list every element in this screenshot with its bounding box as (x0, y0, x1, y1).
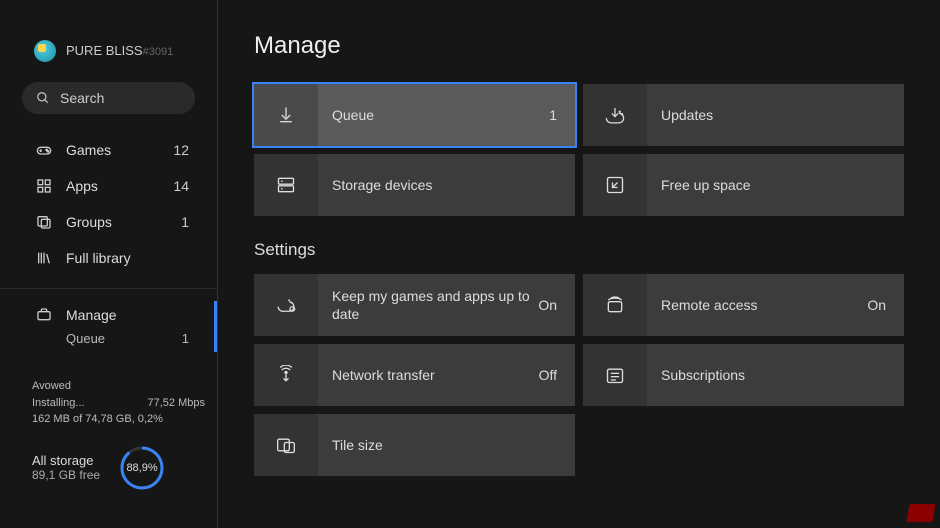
settings-tile-network[interactable]: Network transferOff (254, 344, 575, 406)
sidebar-sub-label: Queue (66, 331, 105, 346)
sidebar-item-groups[interactable]: Groups 1 (0, 204, 217, 240)
sidebar-item-games[interactable]: Games 12 (0, 132, 217, 168)
install-progress: 162 MB of 74,78 GB, 0,2% (32, 411, 205, 428)
divider (0, 288, 217, 289)
nav: Games 12 Apps 14 Groups 1 Full library (0, 128, 217, 280)
sidebar-item-label: Manage (66, 307, 117, 323)
storage-gauge: 88,9% (118, 444, 166, 492)
tilesize-icon (254, 414, 318, 476)
install-title: Avowed (32, 378, 205, 395)
settings-grid: Keep my games and apps up to dateOnRemot… (254, 274, 904, 476)
tile-value: Off (539, 367, 557, 383)
page-title: Manage (254, 32, 904, 60)
settings-tile-subscriptions[interactable]: Subscriptions (583, 344, 904, 406)
tile-label: Remote access (661, 296, 867, 314)
sidebar-item-count: 12 (173, 142, 189, 158)
tile-label: Network transfer (332, 366, 539, 384)
tile-label: Queue (332, 106, 549, 124)
sidebar-item-label: Games (66, 142, 111, 158)
network-icon (254, 344, 318, 406)
main: Manage Queue1 Updates Storage devices Free … (218, 0, 940, 528)
search-icon (36, 91, 50, 105)
groups-icon (36, 214, 52, 230)
storage-icon (254, 154, 318, 216)
search-placeholder: Search (60, 90, 104, 106)
sidebar-item-full-library[interactable]: Full library (0, 240, 217, 276)
manage-tile-storage[interactable]: Storage devices (254, 154, 575, 216)
install-status[interactable]: Avowed Installing... 77,52 Mbps 162 MB o… (0, 356, 217, 436)
tile-label: Updates (661, 106, 886, 124)
tile-value: On (867, 297, 886, 313)
tile-label: Storage devices (332, 176, 557, 194)
sidebar-sub-count: 1 (182, 331, 189, 346)
manage-tile-download[interactable]: Queue1 (254, 84, 575, 146)
install-speed: 77,52 Mbps (148, 395, 205, 412)
freeup-icon (583, 154, 647, 216)
profile-name: PURE BLISS (66, 43, 143, 58)
storage-widget[interactable]: All storage 89,1 GB free 88,9% (0, 436, 217, 502)
settings-tile-remote[interactable]: Remote accessOn (583, 274, 904, 336)
tile-value: 1 (549, 107, 557, 123)
manage-grid: Queue1 Updates Storage devices Free up spac… (254, 84, 904, 216)
apps-icon (36, 178, 52, 194)
manage-tile-freeup[interactable]: Free up space (583, 154, 904, 216)
tile-label: Keep my games and apps up to date (332, 287, 538, 323)
profile-tag: #3091 (143, 46, 174, 58)
settings-tile-tilesize[interactable]: Tile size (254, 414, 575, 476)
sidebar-item-label: Apps (66, 178, 98, 194)
updates-icon (583, 84, 647, 146)
storage-percent: 88,9% (118, 444, 166, 492)
avatar (34, 40, 56, 62)
sidebar-item-label: Full library (66, 250, 131, 266)
tile-label: Free up space (661, 176, 886, 194)
sidebar-sub-queue[interactable]: Queue 1 (36, 329, 189, 352)
manage-tile-updates[interactable]: Updates (583, 84, 904, 146)
profile[interactable]: PURE BLISS#3091 (0, 0, 217, 82)
sidebar: PURE BLISS#3091 Search Games 12 Apps 14 … (0, 0, 218, 528)
sidebar-item-count: 14 (173, 178, 189, 194)
tile-value: On (538, 297, 557, 313)
download-icon (254, 84, 318, 146)
keepupdate-icon (254, 274, 318, 336)
sidebar-item-apps[interactable]: Apps 14 (0, 168, 217, 204)
search-input[interactable]: Search (22, 82, 195, 114)
storage-label: All storage (32, 453, 100, 468)
corner-logo (906, 504, 935, 522)
tile-label: Tile size (332, 436, 557, 454)
subscriptions-icon (583, 344, 647, 406)
gamepad-icon (36, 142, 52, 158)
manage-icon (36, 307, 52, 323)
sidebar-item-count: 1 (181, 214, 189, 230)
tile-label: Subscriptions (661, 366, 886, 384)
library-icon (36, 250, 52, 266)
install-state: Installing... (32, 395, 85, 412)
sidebar-item-manage[interactable]: Manage Queue 1 (0, 297, 217, 356)
storage-free: 89,1 GB free (32, 468, 100, 482)
settings-tile-keepupdate[interactable]: Keep my games and apps up to dateOn (254, 274, 575, 336)
settings-title: Settings (254, 240, 904, 260)
sidebar-item-label: Groups (66, 214, 112, 230)
remote-icon (583, 274, 647, 336)
